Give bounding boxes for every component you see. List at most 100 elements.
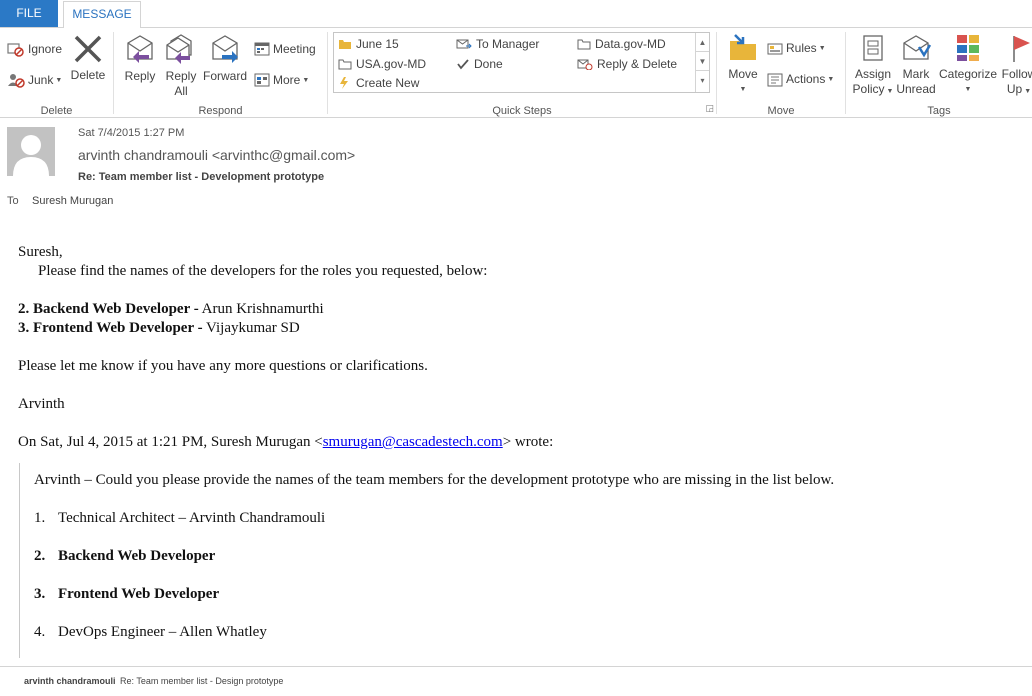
- quick-step-to-manager[interactable]: To Manager: [456, 37, 539, 51]
- folder-icon: [577, 39, 591, 50]
- closing-text: Please let me know if you have any more …: [18, 358, 428, 374]
- quick-step-label: Reply & Delete: [597, 57, 678, 71]
- ribbon: Ignore Junk ▼ Delete Delete Reply Reply A…: [0, 27, 1032, 118]
- follow-up-button[interactable]: Follow Up▼: [999, 33, 1032, 99]
- assign-policy-label-1: Assign: [854, 67, 892, 81]
- expand-gallery-icon[interactable]: ▾: [696, 71, 709, 90]
- chevron-down-icon: ▼: [886, 88, 894, 95]
- quick-step-create-new[interactable]: Create New: [338, 76, 419, 90]
- checkmark-icon: [457, 59, 469, 70]
- folder-icon: [339, 40, 351, 49]
- to-label: To: [7, 195, 19, 207]
- ribbon-tab-strip: FILE MESSAGE: [0, 0, 1032, 28]
- message-body: Suresh, Please find the names of the dev…: [18, 243, 1018, 452]
- scroll-up-icon[interactable]: ▲: [696, 33, 709, 52]
- email-link[interactable]: smurugan@cascadestech.com: [323, 434, 503, 450]
- quick-step-done[interactable]: Done: [456, 57, 503, 71]
- avatar: [7, 127, 55, 176]
- tags-group: Assign Policy ▼ Mark Unread Categorize ▼ …: [846, 28, 1032, 118]
- dialog-launcher-icon[interactable]: ◲: [705, 103, 714, 114]
- list-item: 2. Backend Web Developer: [34, 548, 216, 564]
- quick-step-label: USA.gov-MD: [356, 57, 427, 71]
- chevron-down-icon: ▼: [739, 86, 747, 93]
- move-group: Move ▼ Rules ▼ Actions ▼ Move: [717, 28, 845, 118]
- more-button[interactable]: More ▼: [254, 72, 309, 88]
- actions-label: Actions: [786, 72, 826, 86]
- mark-unread-icon: [903, 35, 932, 60]
- quick-steps-gallery: June 15 USA.gov-MD Create New To Manager…: [333, 32, 710, 93]
- forward-button[interactable]: Forward: [202, 33, 248, 84]
- categorize-button[interactable]: Categorize ▼: [938, 33, 998, 97]
- mark-unread-button[interactable]: Mark Unread: [896, 33, 936, 97]
- list-item: 3. Frontend Web Developer: [34, 586, 220, 602]
- delete-button[interactable]: Delete: [70, 34, 106, 83]
- envelope-delete-icon: [577, 59, 593, 70]
- related-message-bar[interactable]: arvinth chandramouli Re: Team member lis…: [0, 666, 1032, 696]
- quick-step-label: Data.gov-MD: [595, 37, 666, 51]
- message-date: Sat 7/4/2015 1:27 PM: [78, 127, 185, 139]
- quick-step-data-gov-md[interactable]: Data.gov-MD: [577, 37, 666, 51]
- rules-icon: [767, 43, 783, 54]
- chevron-down-icon: ▼: [818, 45, 826, 52]
- chevron-down-icon: ▼: [302, 76, 310, 84]
- forward-label: Forward: [202, 69, 247, 83]
- assign-policy-button[interactable]: Assign Policy ▼: [851, 33, 895, 99]
- quick-step-label: June 15: [356, 37, 399, 51]
- quick-step-usa-gov-md[interactable]: USA.gov-MD: [338, 57, 426, 71]
- quick-step-label: Done: [474, 57, 503, 71]
- tab-file[interactable]: FILE: [0, 0, 58, 27]
- related-message-subject: Re: Team member list - Design prototype: [120, 676, 284, 686]
- rules-button[interactable]: Rules ▼: [767, 41, 826, 56]
- policy-icon: [863, 35, 883, 61]
- message-sender[interactable]: arvinth chandramouli <arvinthc@gmail.com…: [78, 147, 355, 163]
- quote-attribution: On Sat, Jul 4, 2015 at 1:21 PM, Suresh M…: [18, 434, 554, 450]
- move-label: Move: [728, 67, 758, 81]
- chevron-down-icon: ▼: [55, 76, 63, 84]
- actions-button[interactable]: Actions ▼: [767, 72, 834, 87]
- quick-step-reply-delete[interactable]: Reply & Delete: [577, 57, 677, 71]
- meeting-button[interactable]: Meeting: [254, 41, 316, 57]
- ignore-icon: [7, 43, 24, 57]
- role-title: 3. Frontend Web Developer -: [18, 320, 203, 336]
- envelope-arrow-icon: [456, 39, 472, 49]
- role-title: 2. Backend Web Developer -: [18, 301, 199, 317]
- junk-button[interactable]: Junk ▼: [7, 72, 62, 88]
- reply-label: Reply: [124, 69, 156, 83]
- quick-step-label: To Manager: [476, 37, 540, 51]
- ignore-label: Ignore: [28, 41, 63, 56]
- tags-group-label: Tags: [927, 105, 951, 117]
- tab-message[interactable]: MESSAGE: [63, 1, 141, 28]
- reply-all-label-2: All: [174, 84, 188, 98]
- reply-all-button[interactable]: Reply All: [162, 33, 200, 99]
- lightning-icon: [340, 77, 348, 89]
- role-name: Arun Krishnamurthi: [198, 301, 324, 317]
- rules-label: Rules: [786, 41, 817, 55]
- scroll-down-icon[interactable]: ▼: [696, 52, 709, 71]
- follow-up-label-1: Follow: [1001, 67, 1032, 81]
- quick-steps-scrollbar[interactable]: ▲ ▼ ▾: [695, 33, 709, 92]
- follow-up-label-2: Up: [1006, 82, 1023, 96]
- flag-icon: [1013, 36, 1030, 62]
- folder-icon: [338, 59, 352, 70]
- greeting: Suresh,: [18, 244, 63, 260]
- junk-label: Junk: [28, 72, 54, 87]
- meeting-label: Meeting: [273, 41, 316, 56]
- delete-icon: [74, 35, 102, 63]
- chevron-down-icon: ▼: [964, 86, 972, 93]
- mark-unread-label-2: Unread: [896, 82, 936, 96]
- role-line-frontend: 3. Frontend Web Developer - Vijaykumar S…: [18, 319, 1018, 338]
- reply-all-icon: [166, 34, 192, 64]
- intro-text: Please find the names of the developers …: [38, 263, 488, 279]
- meeting-icon: [254, 42, 270, 56]
- quick-steps-group-label: Quick Steps: [492, 105, 552, 117]
- ignore-button[interactable]: Ignore: [7, 41, 62, 57]
- quick-step-june-15[interactable]: June 15: [338, 37, 399, 51]
- more-label: More: [273, 72, 301, 87]
- message-recipient[interactable]: Suresh Murugan: [32, 195, 113, 207]
- reply-button[interactable]: Reply: [120, 33, 160, 84]
- move-button[interactable]: Move ▼: [725, 33, 761, 97]
- mark-unread-label-1: Mark: [902, 67, 930, 81]
- respond-group-label: Respond: [198, 105, 243, 117]
- quoted-message: Arvinth – Could you please provide the n…: [19, 463, 1019, 658]
- more-icon: [254, 73, 270, 87]
